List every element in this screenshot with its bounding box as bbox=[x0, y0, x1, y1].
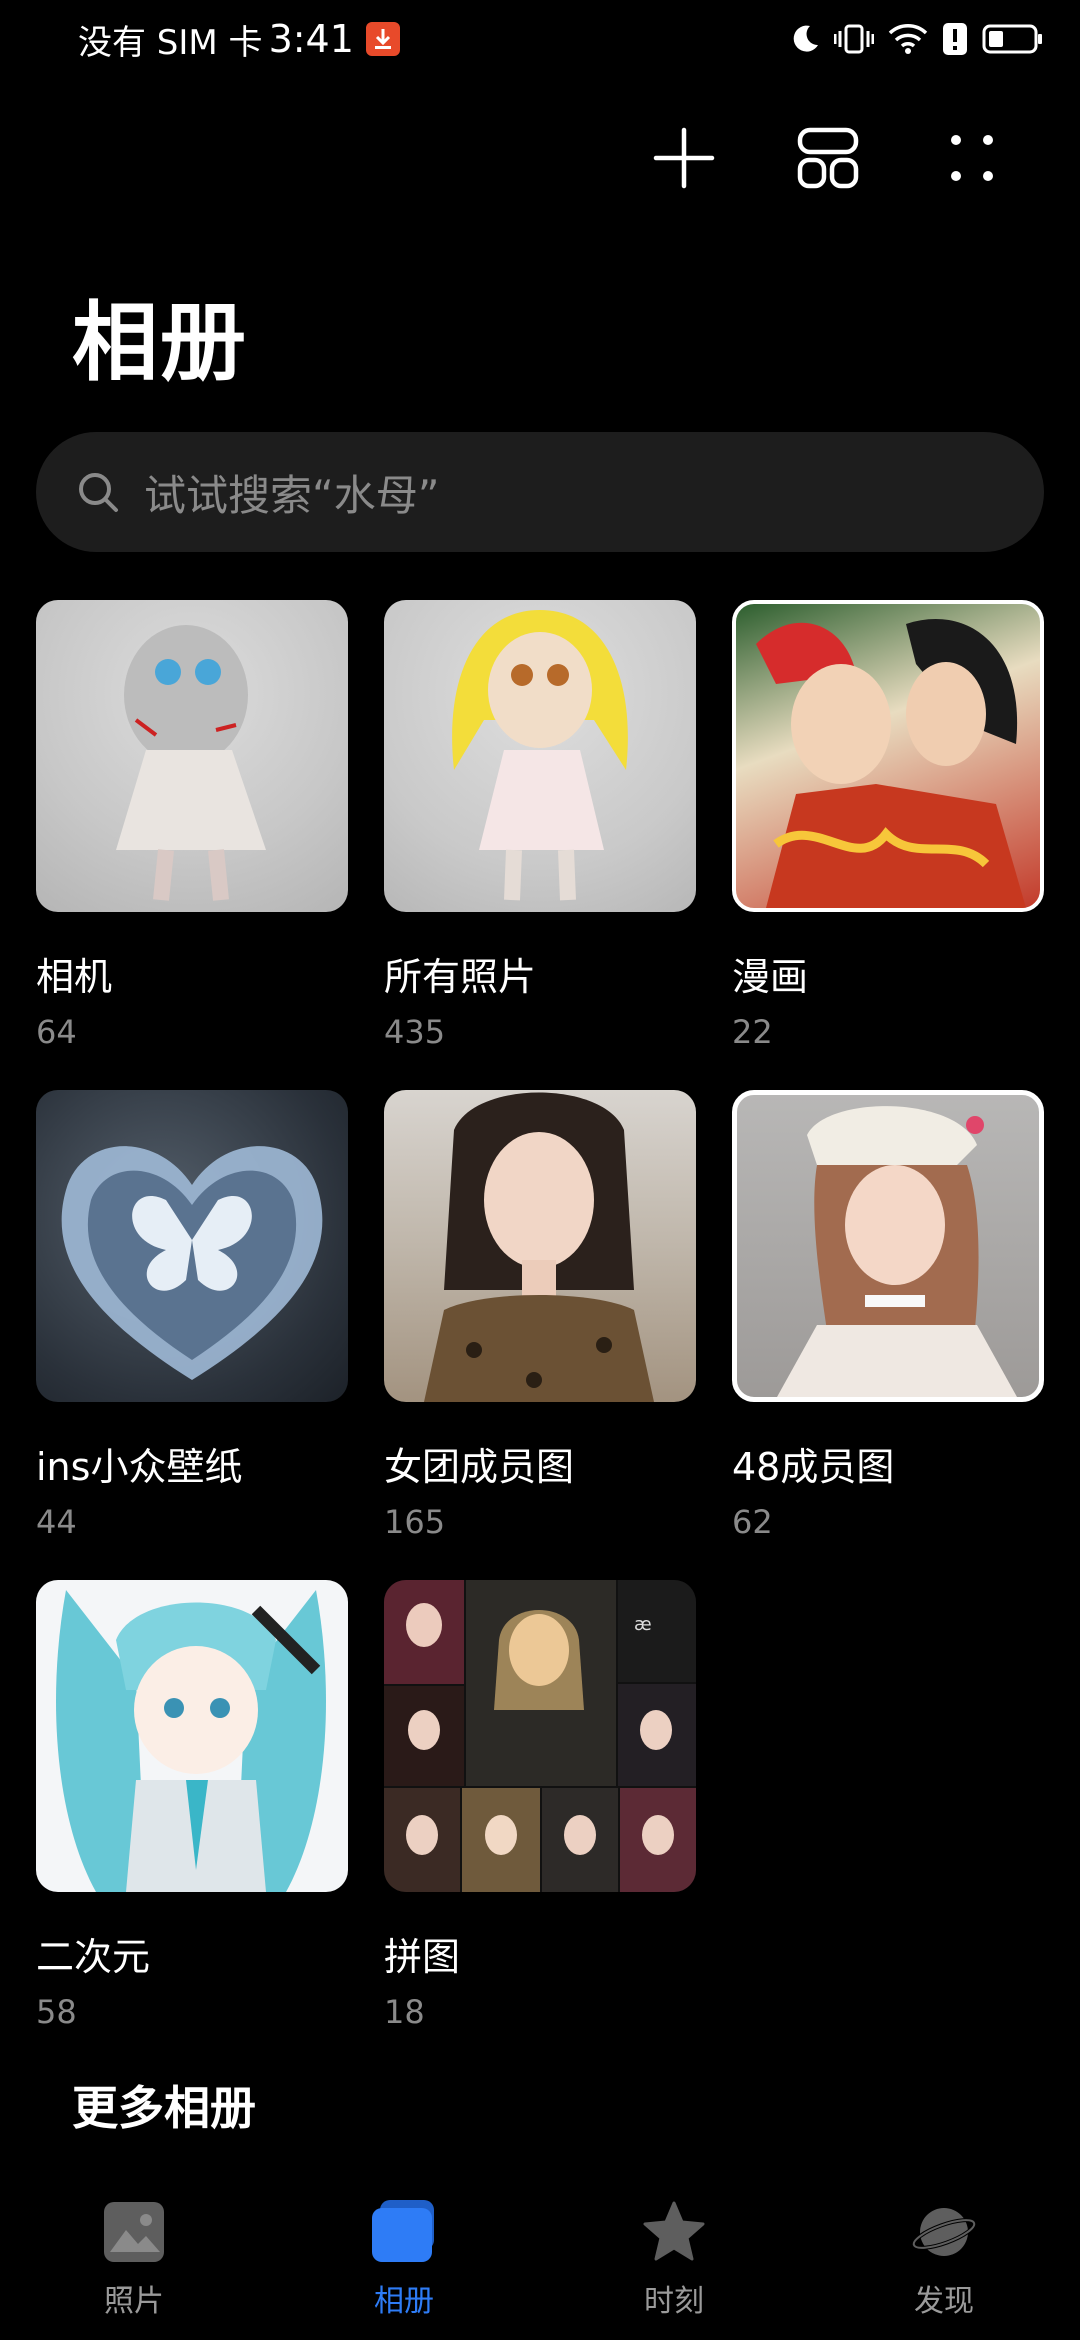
album-thumbnail bbox=[384, 1090, 696, 1402]
album-count: 62 bbox=[732, 1503, 773, 1541]
album-name: ins小众壁纸 bbox=[36, 1445, 243, 1489]
album-count: 44 bbox=[36, 1503, 77, 1541]
album-card-camera[interactable]: 相机 64 bbox=[36, 600, 348, 1051]
album-name: 所有照片 bbox=[384, 955, 537, 999]
status-right bbox=[790, 16, 1044, 62]
album-card-48-members[interactable]: 48成员图 62 bbox=[732, 1090, 1044, 1541]
album-count: 165 bbox=[384, 1503, 446, 1541]
nav-item-albums[interactable]: 相册 bbox=[314, 2200, 494, 2320]
moon-icon bbox=[793, 25, 818, 52]
gallery-albums-screen: 没有 SIM 卡 3:41 相册 试试搜索“水母” 相机 64 所有照片 435… bbox=[0, 0, 1080, 2340]
search-icon bbox=[79, 473, 118, 512]
album-thumbnail bbox=[36, 1580, 348, 1892]
planet-icon bbox=[911, 2208, 977, 2256]
nav-label: 照片 bbox=[104, 2284, 164, 2319]
nav-item-photos[interactable]: 照片 bbox=[44, 2200, 224, 2320]
page-title: 相册 bbox=[72, 293, 248, 393]
album-count: 18 bbox=[384, 1993, 425, 2031]
nav-label: 相册 bbox=[374, 2284, 434, 2319]
star-icon bbox=[643, 2201, 705, 2261]
album-thumbnail bbox=[732, 1090, 1044, 1402]
clock-text: 3:41 bbox=[268, 17, 354, 61]
plus-icon bbox=[653, 127, 715, 189]
album-thumbnail bbox=[36, 1090, 348, 1402]
nav-label: 发现 bbox=[914, 2284, 974, 2319]
album-count: 435 bbox=[384, 1013, 446, 1051]
album-thumbnail: æ bbox=[384, 1580, 696, 1892]
more-options-button[interactable] bbox=[932, 118, 1012, 198]
album-count: 22 bbox=[732, 1013, 773, 1051]
add-album-button[interactable] bbox=[644, 118, 724, 198]
album-thumbnail bbox=[384, 600, 696, 912]
layout-toggle-button[interactable] bbox=[788, 118, 868, 198]
more-albums-heading[interactable]: 更多相册 bbox=[72, 2072, 256, 2138]
album-card-girl-group-members[interactable]: 女团成员图 165 bbox=[384, 1090, 696, 1541]
carrier-text: 没有 SIM 卡 bbox=[78, 22, 263, 63]
battery-icon bbox=[982, 24, 1042, 54]
album-card-collage[interactable]: æ 拼图 18 bbox=[384, 1580, 696, 2031]
albums-icon bbox=[372, 2200, 434, 2262]
album-thumbnail bbox=[732, 600, 1044, 912]
status-bar: 没有 SIM 卡 3:41 bbox=[0, 0, 1080, 80]
wifi-icon bbox=[888, 24, 928, 54]
album-name: 拼图 bbox=[384, 1935, 461, 1979]
bottom-navigation: 照片 相册 时刻 发现 bbox=[0, 2176, 1080, 2340]
alert-icon bbox=[943, 23, 967, 55]
album-name: 女团成员图 bbox=[384, 1445, 575, 1489]
more-dots-icon bbox=[951, 135, 993, 181]
download-notification-icon bbox=[365, 22, 400, 56]
album-name: 48成员图 bbox=[732, 1445, 895, 1489]
album-card-comics[interactable]: 漫画 22 bbox=[732, 600, 1044, 1051]
album-count: 58 bbox=[36, 1993, 77, 2031]
photos-icon bbox=[104, 2202, 164, 2262]
search-placeholder: 试试搜索“水母” bbox=[144, 470, 440, 520]
nav-item-discover[interactable]: 发现 bbox=[854, 2200, 1034, 2320]
search-bar[interactable]: 试试搜索“水母” bbox=[36, 432, 1044, 552]
album-name: 漫画 bbox=[732, 955, 809, 999]
nav-label: 时刻 bbox=[644, 2284, 704, 2319]
album-card-all-photos[interactable]: 所有照片 435 bbox=[384, 600, 696, 1051]
album-card-ins-wallpaper[interactable]: ins小众壁纸 44 bbox=[36, 1090, 348, 1541]
svg-text:æ: æ bbox=[634, 1614, 652, 1635]
status-left: 没有 SIM 卡 3:41 bbox=[78, 14, 400, 64]
album-name: 二次元 bbox=[36, 1935, 151, 1979]
album-name: 相机 bbox=[36, 955, 113, 999]
nav-item-moments[interactable]: 时刻 bbox=[584, 2200, 764, 2320]
vibrate-icon bbox=[834, 24, 874, 54]
album-count: 64 bbox=[36, 1013, 77, 1051]
album-card-anime[interactable]: 二次元 58 bbox=[36, 1580, 348, 2031]
album-thumbnail bbox=[36, 600, 348, 912]
grid-layout-icon bbox=[797, 127, 859, 189]
